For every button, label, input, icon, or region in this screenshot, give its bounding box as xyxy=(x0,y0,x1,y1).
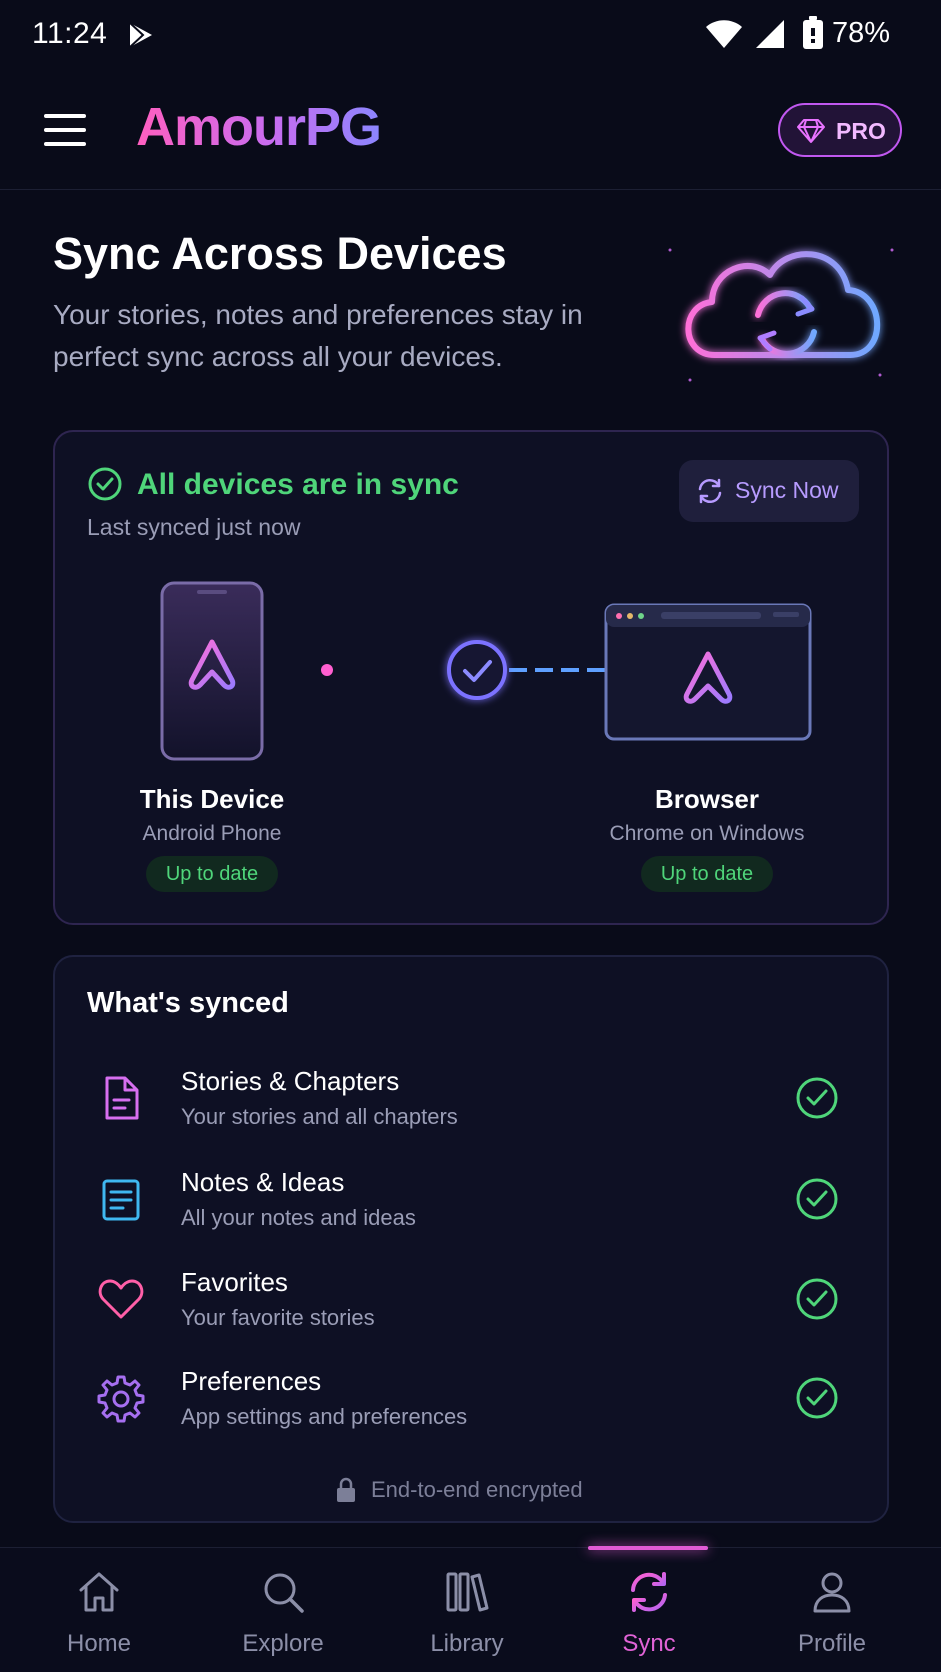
list-item[interactable]: Favorites Your favorite stories xyxy=(95,1263,855,1343)
item-title: Preferences xyxy=(181,1366,322,1396)
check-circle-icon xyxy=(88,467,122,501)
check-circle-icon xyxy=(796,1278,838,1320)
cloud-sync-icon xyxy=(668,248,894,382)
list-item[interactable]: Stories & Chapters Your stories and all … xyxy=(95,1062,855,1142)
item-title: Notes & Ideas xyxy=(181,1167,345,1197)
item-description: Your stories and all chapters xyxy=(181,1104,458,1129)
section-title: What's synced xyxy=(87,987,289,1019)
search-icon xyxy=(264,1573,304,1613)
sync-status-text: All devices are in sync xyxy=(137,468,459,501)
home-icon xyxy=(79,1572,119,1612)
app-header: AmourPG PRO xyxy=(0,70,941,190)
list-item[interactable]: Preferences App settings and preferences xyxy=(95,1362,855,1442)
nav-label: Library xyxy=(430,1630,504,1657)
status-time: 11:24 xyxy=(32,17,108,50)
nav-label: Sync xyxy=(622,1630,676,1657)
item-title: Favorites xyxy=(181,1267,288,1297)
item-description: Your favorite stories xyxy=(181,1305,375,1330)
play-store-icon xyxy=(129,22,152,48)
nav-home[interactable]: Home xyxy=(7,1548,191,1672)
item-description: App settings and preferences xyxy=(181,1404,468,1429)
pro-button[interactable]: PRO xyxy=(778,103,902,157)
nav-label: Profile xyxy=(797,1630,867,1657)
gear-icon xyxy=(97,1375,145,1423)
device-name: This Device xyxy=(139,784,285,814)
signal-icon xyxy=(756,20,784,48)
connection-line xyxy=(321,640,631,700)
nav-label: Explore xyxy=(242,1630,324,1657)
page-title: Sync Across Devices xyxy=(53,228,507,279)
sync-icon xyxy=(631,1572,667,1612)
sync-now-label: Sync Now xyxy=(735,477,839,503)
library-icon xyxy=(446,1572,489,1612)
nav-sync[interactable]: Sync xyxy=(557,1548,741,1672)
encryption-text: End-to-end encrypted xyxy=(371,1477,583,1502)
phone-device-icon xyxy=(160,581,264,761)
item-description: All your notes and ideas xyxy=(181,1205,416,1230)
user-icon xyxy=(813,1572,851,1613)
heart-icon xyxy=(98,1279,144,1319)
status-bar: 11:24 78% xyxy=(0,0,941,70)
lock-icon xyxy=(337,1477,355,1502)
wifi-icon xyxy=(706,20,742,48)
battery-icon xyxy=(803,16,823,49)
last-synced-text: Last synced just now xyxy=(87,514,301,540)
status-badge: Up to date xyxy=(146,856,278,892)
whats-synced-card: What's synced Stories & Chapters Your st… xyxy=(53,955,889,1523)
gem-icon xyxy=(797,119,825,143)
nav-label: Home xyxy=(66,1630,132,1657)
check-circle-icon xyxy=(796,1377,838,1419)
menu-icon[interactable] xyxy=(44,114,86,146)
device-type: Chrome on Windows xyxy=(609,822,805,845)
device-type: Android Phone xyxy=(142,822,282,845)
nav-library[interactable]: Library xyxy=(375,1548,559,1672)
status-badge: Up to date xyxy=(641,856,773,892)
sync-now-button[interactable]: Sync Now xyxy=(679,460,859,522)
pro-label: PRO xyxy=(836,118,886,144)
app-logo: AmourPG xyxy=(136,97,382,157)
bottom-nav: Home Explore Library Sync Profile xyxy=(0,1546,941,1672)
nav-profile[interactable]: Profile xyxy=(740,1548,924,1672)
refresh-icon xyxy=(698,478,722,504)
notes-icon xyxy=(102,1179,140,1221)
nav-explore[interactable]: Explore xyxy=(191,1548,375,1672)
battery-level: 78% xyxy=(832,17,891,49)
sync-status-card: All devices are in sync Last synced just… xyxy=(53,430,889,925)
browser-device-icon xyxy=(604,603,812,741)
page-subtitle: Your stories, notes and preferences stay… xyxy=(53,299,583,372)
list-item[interactable]: Notes & Ideas All your notes and ideas xyxy=(95,1163,855,1243)
document-icon xyxy=(105,1076,139,1120)
check-circle-icon xyxy=(796,1077,838,1119)
item-title: Stories & Chapters xyxy=(181,1066,400,1096)
check-circle-icon xyxy=(796,1178,838,1220)
device-name: Browser xyxy=(654,784,760,814)
